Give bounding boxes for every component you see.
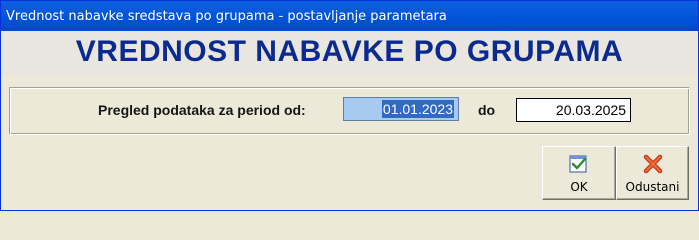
dialog-window: Vrednost nabavke sredstava po grupama - …: [0, 0, 699, 211]
date-to-field[interactable]: 20.03.2025: [516, 98, 631, 122]
red-x-icon: [643, 154, 662, 174]
date-from-value: 01.01.2023: [381, 100, 454, 118]
page-title: VREDNOST NABAVKE PO GRUPAMA: [75, 35, 624, 68]
header-band: VREDNOST NABAVKE PO GRUPAMA: [2, 31, 697, 75]
checkmark-icon: [569, 155, 587, 173]
window-title: Vrednost nabavke sredstava po grupama - …: [6, 9, 447, 24]
ok-button-label: OK: [570, 180, 588, 194]
period-to-label: do: [478, 102, 496, 118]
ok-button[interactable]: OK: [542, 146, 616, 200]
period-from-label: Pregled podataka za period od:: [98, 102, 306, 118]
cancel-button-label: Odustani: [625, 180, 680, 194]
title-bar[interactable]: Vrednost nabavke sredstava po grupama - …: [1, 1, 698, 31]
cancel-button[interactable]: Odustani: [616, 146, 689, 200]
date-from-field[interactable]: 01.01.2023: [343, 97, 459, 121]
